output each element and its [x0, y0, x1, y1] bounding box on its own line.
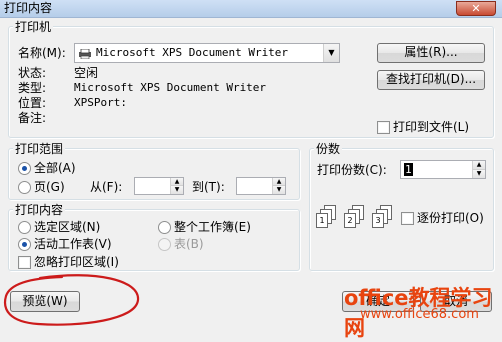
active-sheets-label[interactable]: 活动工作表(V) [34, 237, 112, 251]
printer-group-title: 打印机 [13, 20, 54, 34]
close-button[interactable]: ✕ [456, 1, 496, 16]
print-to-file-checkbox[interactable] [377, 121, 390, 134]
spin-up-icon[interactable]: ▲ [273, 178, 285, 186]
spin-down-icon[interactable]: ▼ [171, 186, 183, 194]
collate-icon-1: 1 [316, 205, 340, 231]
collate-icon-2: 2 [344, 205, 368, 231]
collate-page-label: 2 [344, 213, 356, 228]
selection-radio[interactable] [18, 221, 31, 234]
collate-page-label: 1 [316, 213, 328, 228]
workbook-radio[interactable] [158, 221, 171, 234]
from-page-input[interactable]: ▲ ▼ [134, 177, 184, 195]
close-icon: ✕ [471, 2, 481, 15]
spin-down-icon[interactable]: ▼ [273, 186, 285, 194]
from-label: 从(F): [90, 180, 123, 194]
printer-name-label: 名称(M): [18, 46, 66, 60]
table-radio [158, 238, 171, 251]
to-label: 到(T): [192, 180, 225, 194]
ignore-print-area-checkbox[interactable] [18, 256, 31, 269]
print-what-title: 打印内容 [13, 203, 66, 217]
printer-icon [78, 48, 92, 60]
location-label: 位置: [18, 96, 47, 110]
chevron-down-icon[interactable]: ▼ [323, 44, 339, 62]
from-page-spinner[interactable]: ▲ ▼ [170, 178, 183, 194]
copies-count-input[interactable]: 1 ▲ ▼ [400, 160, 486, 179]
active-sheets-radio[interactable] [18, 238, 31, 251]
title-bar: 打印内容 ✕ [0, 0, 502, 18]
print-to-file-label[interactable]: 打印到文件(L) [393, 120, 469, 134]
collate-checkbox[interactable] [401, 212, 414, 225]
spin-down-icon[interactable]: ▼ [473, 169, 485, 178]
find-printer-button[interactable]: 查找打印机(D)... [377, 70, 485, 90]
table-label: 表(B) [174, 237, 204, 251]
print-range-title: 打印范围 [13, 142, 66, 156]
collate-page-label: 3 [372, 213, 384, 228]
workbook-label[interactable]: 整个工作簿(E) [174, 220, 251, 234]
copies-count-value: 1 [404, 163, 413, 176]
spin-up-icon[interactable]: ▲ [473, 161, 485, 170]
comment-label: 备注: [18, 111, 47, 125]
range-all-label[interactable]: 全部(A) [34, 161, 76, 175]
range-all-radio[interactable] [18, 162, 31, 175]
copies-count-label: 打印份数(C): [317, 163, 387, 177]
collate-label[interactable]: 逐份打印(O) [417, 211, 484, 225]
window-title: 打印内容 [4, 1, 53, 15]
printer-name-value: Microsoft XPS Document Writer [96, 46, 289, 59]
type-value: Microsoft XPS Document Writer [74, 81, 267, 94]
copies-spinner[interactable]: ▲ ▼ [472, 161, 485, 178]
range-pages-radio[interactable] [18, 181, 31, 194]
to-page-input[interactable]: ▲ ▼ [236, 177, 286, 195]
type-label: 类型: [18, 81, 47, 95]
copies-title: 份数 [314, 142, 343, 156]
ignore-print-area-label[interactable]: 忽略打印区域(I) [34, 255, 119, 269]
range-pages-label[interactable]: 页(G) [34, 180, 65, 194]
collate-icon-3: 3 [372, 205, 396, 231]
to-page-spinner[interactable]: ▲ ▼ [272, 178, 285, 194]
annotation-circle [3, 274, 140, 326]
printer-name-select[interactable]: Microsoft XPS Document Writer ▼ [74, 43, 340, 63]
selection-label[interactable]: 选定区域(N) [34, 220, 100, 234]
properties-button[interactable]: 属性(R)... [377, 43, 485, 63]
status-value: 空闲 [74, 66, 99, 80]
status-label: 状态: [18, 66, 47, 80]
spin-up-icon[interactable]: ▲ [171, 178, 183, 186]
location-value: XPSPort: [74, 96, 127, 109]
watermark-url: www.office68.com [360, 307, 479, 322]
